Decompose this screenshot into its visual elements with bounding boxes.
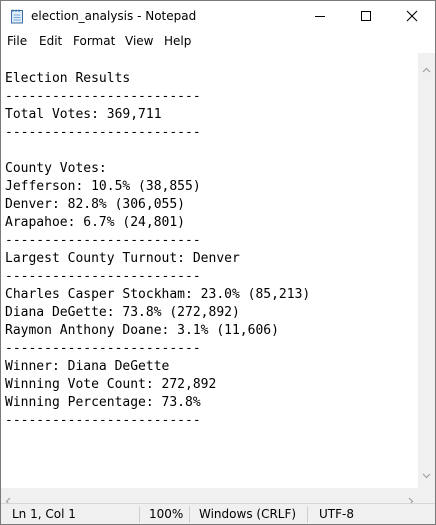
status-divider [189, 506, 190, 523]
text-line: Largest County Turnout: Denver [5, 251, 240, 266]
menu-bar: File Edit Format View Help [1, 31, 435, 52]
encoding: UTF-8 [319, 507, 354, 521]
title-bar[interactable]: election_analysis - Notepad [1, 1, 435, 31]
menu-help[interactable]: Help [160, 31, 195, 52]
text-line: ------------------------- [5, 269, 201, 284]
scroll-down-arrow-icon[interactable] [422, 464, 431, 483]
text-line: Jefferson: 10.5% (38,855) [5, 179, 201, 194]
text-line: Winning Vote Count: 272,892 [5, 377, 217, 392]
notepad-icon [9, 8, 25, 24]
status-divider [307, 506, 308, 523]
text-line: ------------------------- [5, 125, 201, 140]
text-line: Arapahoe: 6.7% (24,801) [5, 215, 186, 230]
menu-file[interactable]: File [3, 31, 31, 52]
status-divider [139, 506, 140, 523]
text-line: Diana DeGette: 73.8% (272,892) [5, 305, 240, 320]
text-line: ------------------------- [5, 341, 201, 356]
menu-view[interactable]: View [121, 31, 157, 52]
minimize-icon [315, 16, 325, 17]
window-title: election_analysis - Notepad [31, 9, 197, 23]
menu-format[interactable]: Format [69, 31, 119, 52]
text-line: County Votes: [5, 161, 107, 176]
vertical-scrollbar[interactable] [418, 53, 435, 488]
minimize-button[interactable] [297, 1, 343, 31]
close-button[interactable] [389, 1, 435, 31]
text-line: Denver: 82.8% (306,055) [5, 197, 186, 212]
zoom-level: 100% [149, 507, 184, 521]
line-ending: Windows (CRLF) [199, 507, 297, 521]
menu-edit[interactable]: Edit [35, 31, 66, 52]
status-bar: Ln 1, Col 1 100% Windows (CRLF) UTF-8 [1, 503, 435, 524]
scrollbar-corner [418, 488, 435, 503]
horizontal-scrollbar[interactable] [1, 488, 418, 506]
text-line: Raymon Anthony Doane: 3.1% (11,606) [5, 323, 279, 338]
text-line: ------------------------- [5, 233, 201, 248]
maximize-icon [361, 11, 371, 21]
text-line: Election Results [5, 71, 131, 86]
text-line: Charles Casper Stockham: 23.0% (85,213) [5, 287, 311, 302]
scroll-up-arrow-icon[interactable] [422, 58, 431, 77]
text-line: Winning Percentage: 73.8% [5, 395, 201, 410]
text-editor[interactable]: Election Results -----------------------… [1, 53, 418, 488]
close-icon [406, 10, 418, 22]
text-line: Total Votes: 369,711 [5, 107, 162, 122]
text-line: ------------------------- [5, 413, 201, 428]
cursor-position: Ln 1, Col 1 [12, 507, 76, 521]
text-line: ------------------------- [5, 89, 201, 104]
maximize-button[interactable] [343, 1, 389, 31]
text-line: Winner: Diana DeGette [5, 359, 170, 374]
notepad-window: election_analysis - Notepad File Edit Fo… [0, 0, 436, 525]
